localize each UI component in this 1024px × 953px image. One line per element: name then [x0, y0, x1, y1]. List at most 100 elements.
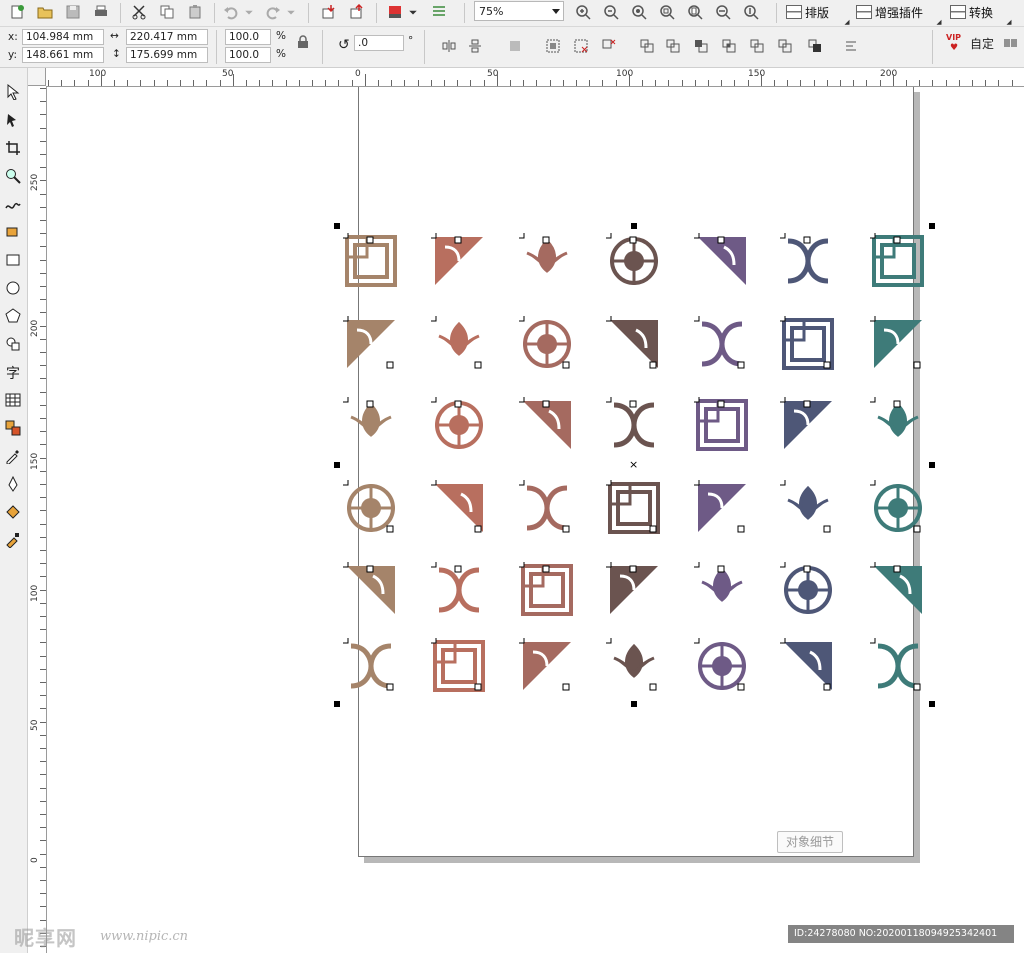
ornament-tile[interactable] — [341, 636, 399, 694]
ornament-tile[interactable] — [429, 560, 487, 618]
ruler-origin[interactable] — [28, 68, 46, 86]
selection-handle[interactable] — [929, 462, 935, 468]
ornament-tile[interactable] — [692, 231, 750, 289]
group-icon[interactable] — [506, 37, 524, 55]
zoom-to-page-width-icon[interactable] — [714, 3, 732, 21]
ornament-tile[interactable] — [868, 560, 926, 618]
ungroup-all-icon[interactable] — [600, 37, 618, 55]
options-icon[interactable] — [430, 3, 448, 21]
application-launcher-icon[interactable] — [386, 3, 404, 21]
ornament-tile[interactable] — [868, 395, 926, 453]
selection-handle[interactable] — [631, 701, 637, 707]
menu-enhance-plugins[interactable]: 增强插件 — [856, 2, 923, 22]
object-details-button[interactable]: 对象细节 — [777, 831, 843, 853]
redo-dropdown-icon[interactable] — [286, 3, 296, 21]
trim-icon[interactable] — [692, 37, 710, 55]
selection-handle[interactable] — [631, 223, 637, 229]
ornament-tile[interactable] — [868, 231, 926, 289]
text-tool-icon[interactable]: 字 — [3, 362, 23, 382]
selection-handle[interactable] — [334, 462, 340, 468]
ornament-tile[interactable] — [692, 560, 750, 618]
eyedropper-tool-icon[interactable] — [3, 446, 23, 466]
height-field[interactable]: 175.699 mm — [126, 47, 208, 63]
ornament-tile[interactable] — [429, 231, 487, 289]
ornament-tile[interactable] — [341, 231, 399, 289]
width-field[interactable]: 220.417 mm — [126, 29, 208, 45]
ornament-tile[interactable] — [517, 314, 575, 372]
zoom-to-all-icon[interactable] — [658, 3, 676, 21]
ornament-tile[interactable] — [778, 478, 836, 536]
print-icon[interactable] — [92, 3, 110, 21]
ornament-tile[interactable] — [341, 395, 399, 453]
back-minus-front-icon[interactable] — [806, 37, 824, 55]
ornament-tile[interactable] — [692, 314, 750, 372]
document-page[interactable] — [358, 87, 914, 857]
pick-tool-icon[interactable] — [3, 82, 23, 102]
ornament-tile[interactable] — [604, 478, 662, 536]
ornament-tile[interactable] — [692, 395, 750, 453]
basic-shapes-tool-icon[interactable] — [3, 334, 23, 354]
import-icon[interactable] — [320, 3, 338, 21]
ornament-tile[interactable] — [341, 560, 399, 618]
table-tool-icon[interactable] — [3, 390, 23, 410]
weld-icon[interactable] — [664, 37, 682, 55]
zoom-level-select[interactable]: 75% — [474, 1, 564, 21]
horizontal-ruler[interactable]: 100 50 0 50 100 150 200 — [46, 68, 1024, 87]
scale-height-field[interactable]: 100.0 — [225, 47, 271, 63]
ornament-tile[interactable] — [604, 314, 662, 372]
fill-tool-icon[interactable] — [3, 502, 23, 522]
ornament-tile[interactable] — [692, 478, 750, 536]
selection-handle[interactable] — [334, 223, 340, 229]
ornament-tile[interactable] — [517, 231, 575, 289]
ornament-tile[interactable] — [868, 478, 926, 536]
ornament-tile[interactable] — [604, 231, 662, 289]
align-distribute-icon[interactable] — [842, 37, 860, 55]
ornament-tile[interactable] — [778, 314, 836, 372]
barcode-icon[interactable] — [1002, 35, 1020, 53]
new-document-icon[interactable] — [8, 3, 26, 21]
scale-width-field[interactable]: 100.0 — [225, 29, 271, 45]
polygon-tool-icon[interactable] — [3, 306, 23, 326]
shape-tool-icon[interactable] — [3, 110, 23, 130]
ornament-tile[interactable] — [429, 478, 487, 536]
interactive-effects-tool-icon[interactable] — [3, 418, 23, 438]
launcher-dropdown-icon[interactable] — [408, 3, 418, 21]
open-folder-icon[interactable] — [36, 3, 54, 21]
ellipse-tool-icon[interactable] — [3, 278, 23, 298]
intersect-icon[interactable] — [720, 37, 738, 55]
ornament-tile[interactable] — [778, 395, 836, 453]
ungroup-icon[interactable] — [572, 37, 590, 55]
zoom-to-page-height-icon[interactable] — [742, 3, 760, 21]
menu-convert[interactable]: 转换 — [950, 2, 993, 22]
ornament-tile[interactable] — [517, 478, 575, 536]
outline-pen-tool-icon[interactable] — [3, 474, 23, 494]
ornament-tile[interactable] — [868, 636, 926, 694]
zoom-to-page-icon[interactable] — [686, 3, 704, 21]
copy-icon[interactable] — [158, 3, 176, 21]
y-position-field[interactable]: 148.661 mm — [22, 47, 104, 63]
selection-handle[interactable] — [929, 223, 935, 229]
mirror-vertical-icon[interactable] — [466, 37, 484, 55]
zoom-to-selected-icon[interactable] — [630, 3, 648, 21]
ornament-tile[interactable] — [604, 636, 662, 694]
ornament-tile[interactable] — [341, 314, 399, 372]
undo-icon[interactable] — [222, 3, 240, 21]
ornament-tile[interactable] — [429, 636, 487, 694]
selection-center-icon[interactable]: × — [629, 458, 638, 471]
ornament-tile[interactable] — [604, 560, 662, 618]
smart-fill-tool-icon[interactable] — [3, 222, 23, 242]
select-group-icon[interactable] — [544, 37, 562, 55]
ornament-tile[interactable] — [868, 314, 926, 372]
redo-icon[interactable] — [264, 3, 282, 21]
zoom-in-icon[interactable] — [574, 3, 592, 21]
rectangle-tool-icon[interactable] — [3, 250, 23, 270]
front-minus-back-icon[interactable] — [776, 37, 794, 55]
undo-dropdown-icon[interactable] — [244, 3, 254, 21]
ornament-tile[interactable] — [778, 560, 836, 618]
freehand-tool-icon[interactable] — [3, 194, 23, 214]
ornament-tile[interactable] — [429, 314, 487, 372]
selection-handle[interactable] — [929, 701, 935, 707]
ornament-tile[interactable] — [604, 395, 662, 453]
mirror-horizontal-icon[interactable] — [440, 37, 458, 55]
ornament-tile[interactable] — [778, 636, 836, 694]
